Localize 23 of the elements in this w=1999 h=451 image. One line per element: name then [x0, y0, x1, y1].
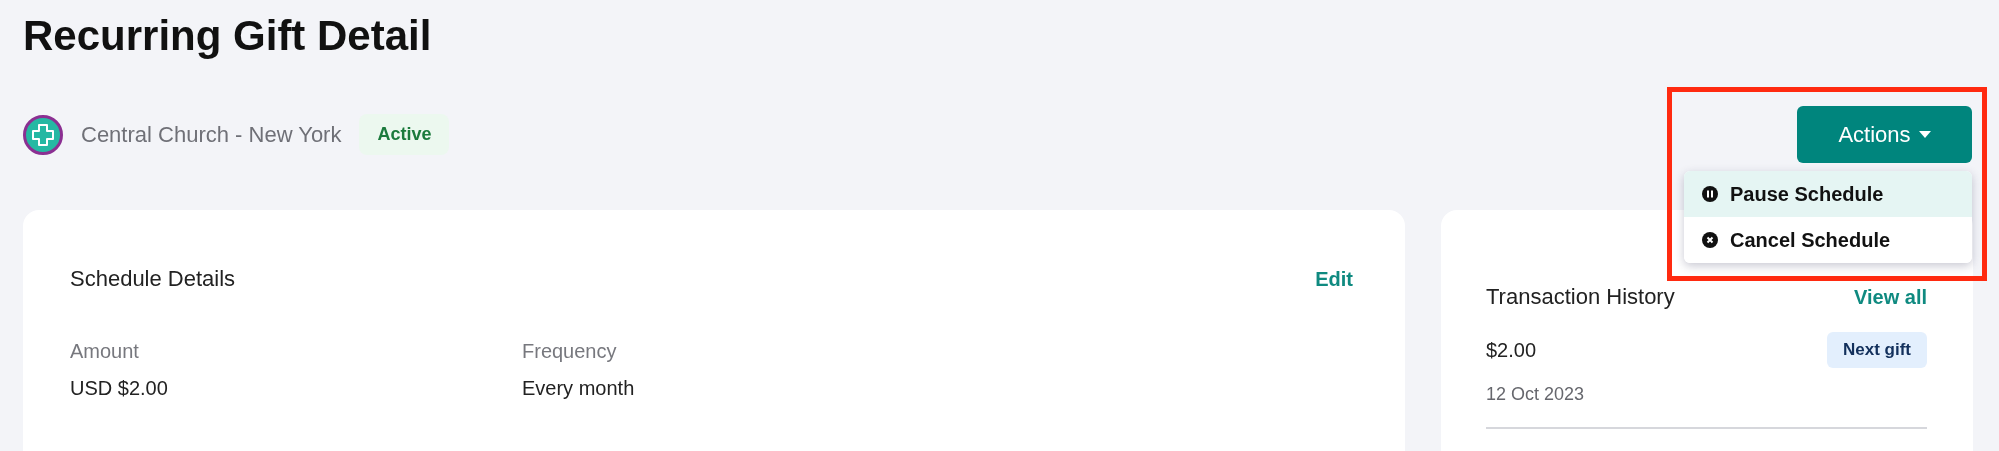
- caret-icon: [1918, 131, 1931, 138]
- page-title: Recurring Gift Detail: [23, 11, 433, 61]
- menu-item-label: Cancel Schedule: [1730, 228, 1891, 252]
- organization-logo-icon: [23, 114, 63, 155]
- view-all-link[interactable]: View all: [1854, 285, 1927, 309]
- menu-item[interactable]: Pause Schedule: [1684, 171, 1972, 217]
- edit-link[interactable]: Edit: [1315, 267, 1353, 291]
- next-gift-badge: Next gift: [1827, 332, 1927, 368]
- menu-item-label: Pause Schedule: [1730, 182, 1884, 206]
- card-title: Schedule Details: [70, 266, 236, 292]
- organization-name: Central Church - New York: [81, 121, 342, 148]
- actions-button[interactable]: Actions: [1797, 106, 1972, 163]
- status-badge: Active: [359, 114, 450, 155]
- close-icon: [1702, 232, 1718, 248]
- transaction-date: 12 Oct 2023: [1486, 384, 1586, 405]
- field-value: Every month: [522, 377, 636, 400]
- field-label: Frequency: [522, 340, 618, 363]
- menu-item[interactable]: Cancel Schedule: [1684, 217, 1972, 263]
- transaction-amount: $2.00: [1486, 338, 1538, 362]
- field-value: USD $2.00: [70, 377, 169, 400]
- card-title: Transaction History: [1486, 284, 1675, 310]
- field-label: Amount: [70, 340, 140, 363]
- pause-icon: [1702, 186, 1718, 202]
